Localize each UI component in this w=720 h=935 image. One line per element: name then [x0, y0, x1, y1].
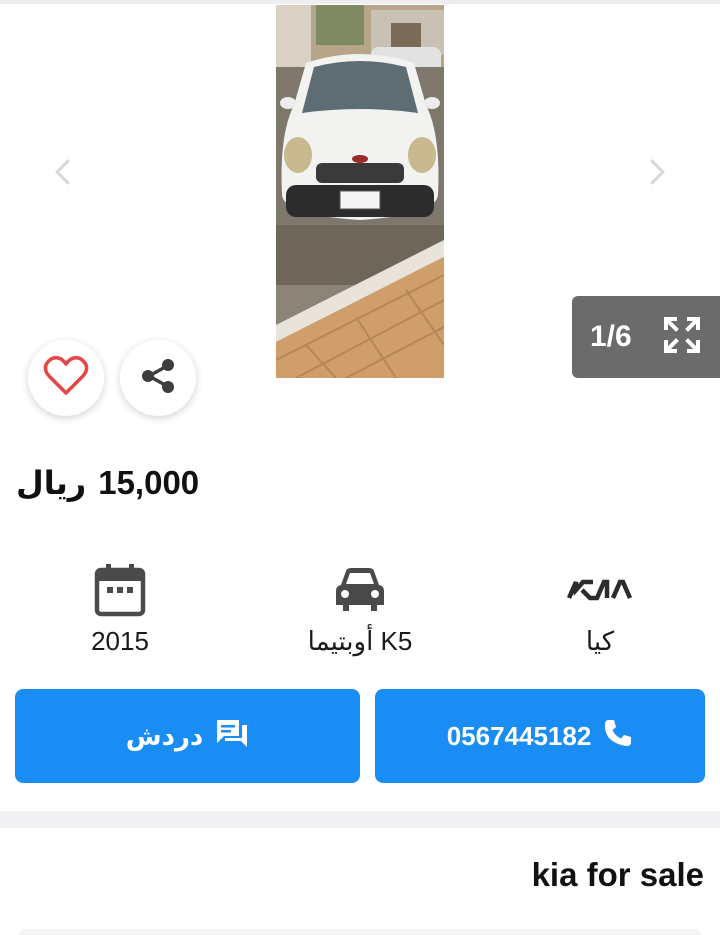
chat-icon [215, 718, 249, 755]
price: ريال 15,000 [16, 464, 199, 502]
chevron-left-icon[interactable] [44, 154, 80, 190]
section-divider [0, 811, 720, 828]
image-gallery[interactable]: 1/6 [0, 4, 720, 416]
image-counter-text: 1/6 [590, 320, 632, 353]
listing-title: kia for sale [531, 856, 704, 893]
chevron-right-icon[interactable] [640, 154, 676, 190]
favorite-button[interactable] [28, 340, 104, 416]
spec-year-label: 2015 [91, 626, 149, 656]
car-icon [333, 560, 387, 620]
share-button[interactable] [120, 340, 196, 416]
heart-outline-icon [43, 355, 89, 402]
price-currency: ريال [16, 465, 87, 501]
image-counter[interactable]: 1/6 [572, 296, 720, 378]
spec-model-label: أوبتيما K5 [307, 626, 413, 656]
expand-icon[interactable] [662, 315, 702, 360]
call-number: 0567445182 [446, 720, 592, 751]
share-icon [139, 357, 177, 400]
price-amount: 15,000 [98, 464, 200, 501]
chat-button-label: دردش [125, 720, 204, 751]
spec-model: أوبتيما K5 [250, 560, 470, 657]
spec-make-label: كيا [585, 626, 615, 656]
kia-logo [567, 560, 633, 620]
car-photo[interactable] [276, 5, 444, 378]
chat-button[interactable]: دردش [15, 689, 360, 783]
next-section-card [18, 929, 702, 935]
calendar-icon [94, 560, 146, 620]
call-button[interactable]: 0567445182 [375, 689, 705, 783]
phone-icon [603, 718, 633, 755]
spec-year: 2015 [10, 560, 230, 657]
spec-make: كيا [490, 560, 710, 657]
